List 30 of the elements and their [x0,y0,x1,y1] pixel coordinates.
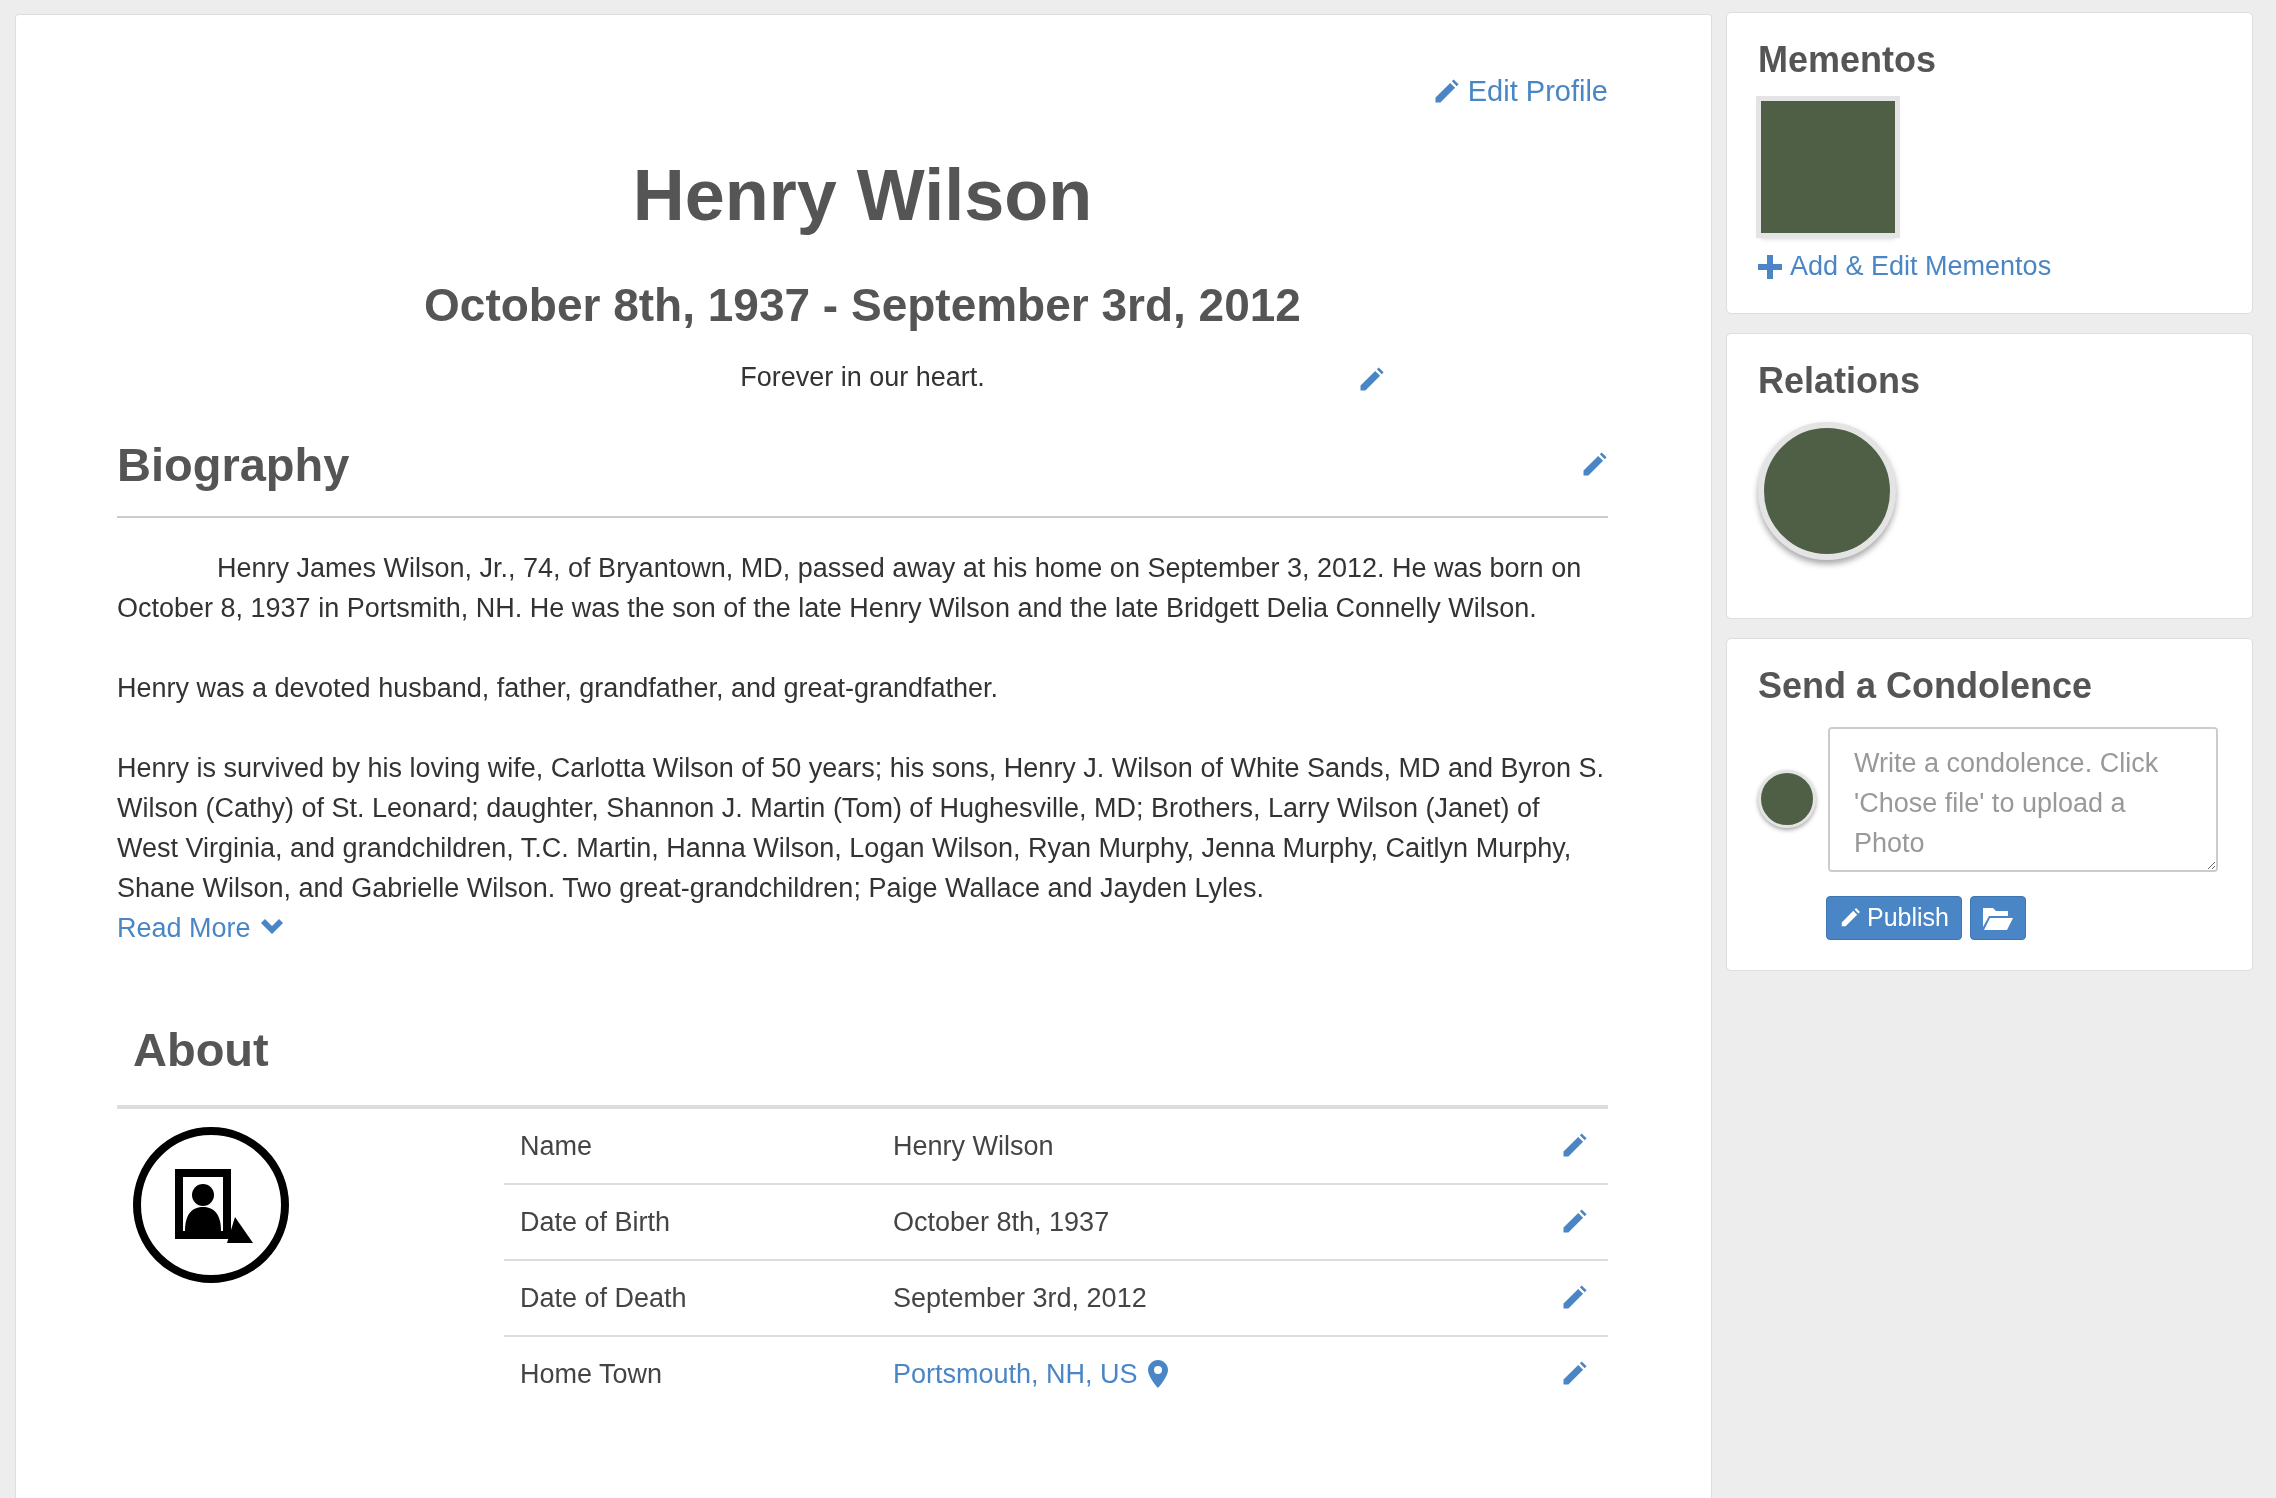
biography-paragraph: Henry is survived by his loving wife, Carlotta Wilson of 50 years; his sons, Henry J. Wilson of White Sands, MD and Byron S. Wilson (Cathy) of St. Leonard; daughter, Shannon J. Martin (Tom) of Hughesville, MD; Brothers, Larry Wilson (Janet) of West Virginia, and grandchildren, T.C. Martin, Hanna Wilson, Logan Wilson, Ryan Murphy, Jenna Murphy, Caitlyn Murphy, Shane Wilson, and Gabrielle Wilson. Two great-grandchildren; Paige Wallace and Jayden Lyles. [117,752,1606,906]
biography-paragraph: Henry was a devoted husband, father, grandfather, and great-grandfather. [117,672,1000,706]
person-name: Henry Wilson [631,154,1094,237]
section-heading: About [133,1022,270,1079]
field-value: September 3rd, 2012 [893,1282,1148,1314]
map-pin-icon [1147,1360,1168,1389]
biography-paragraph: Henry James Wilson, Jr., 74, of Bryantown, MD, passed away at his home on September 3, 2012. He was born on October 8, 1937 in Portsmith, NH. He was the son of the late Henry Wilson and the late Bridgett Delia Connelly Wilson. [117,552,1583,626]
field-label: Date of Death [520,1282,688,1314]
plus-icon [1758,254,1782,279]
card-heading: Send a Condolence [1758,664,2094,707]
field-value: Henry Wilson [893,1130,1055,1162]
read-more-link[interactable]: Read More [117,908,285,949]
avatar-placeholder [1758,770,1816,828]
card-heading: Mementos [1758,39,1938,81]
hometown-link[interactable]: Portsmouth, NH, US [893,1358,1138,1390]
section-heading: Biography [117,437,350,493]
edit-profile-link[interactable]: Edit Profile [1431,75,1608,108]
field-label: Name [520,1130,594,1162]
field-label: Home Town [520,1358,664,1390]
memorial-photo-icon [131,1125,291,1286]
folder-button[interactable] [1970,895,2026,940]
pencil-icon [1839,906,1861,929]
condolence-field[interactable]: Write a condolence. Click 'Chose file' to upload a Photo [1828,726,2218,872]
field-value: October 8th, 1937 [893,1206,1111,1238]
card-heading: Relations [1758,359,1922,402]
publish-button[interactable]: Publish [1826,895,1962,940]
epitaph-text: Forever in our heart. [740,362,985,394]
field-label: Date of Birth [520,1206,672,1238]
life-dates: October 8th, 1937 - September 3rd, 2012 [423,278,1302,333]
add-mementos-link[interactable]: Add & Edit Mementos [1758,251,2052,282]
